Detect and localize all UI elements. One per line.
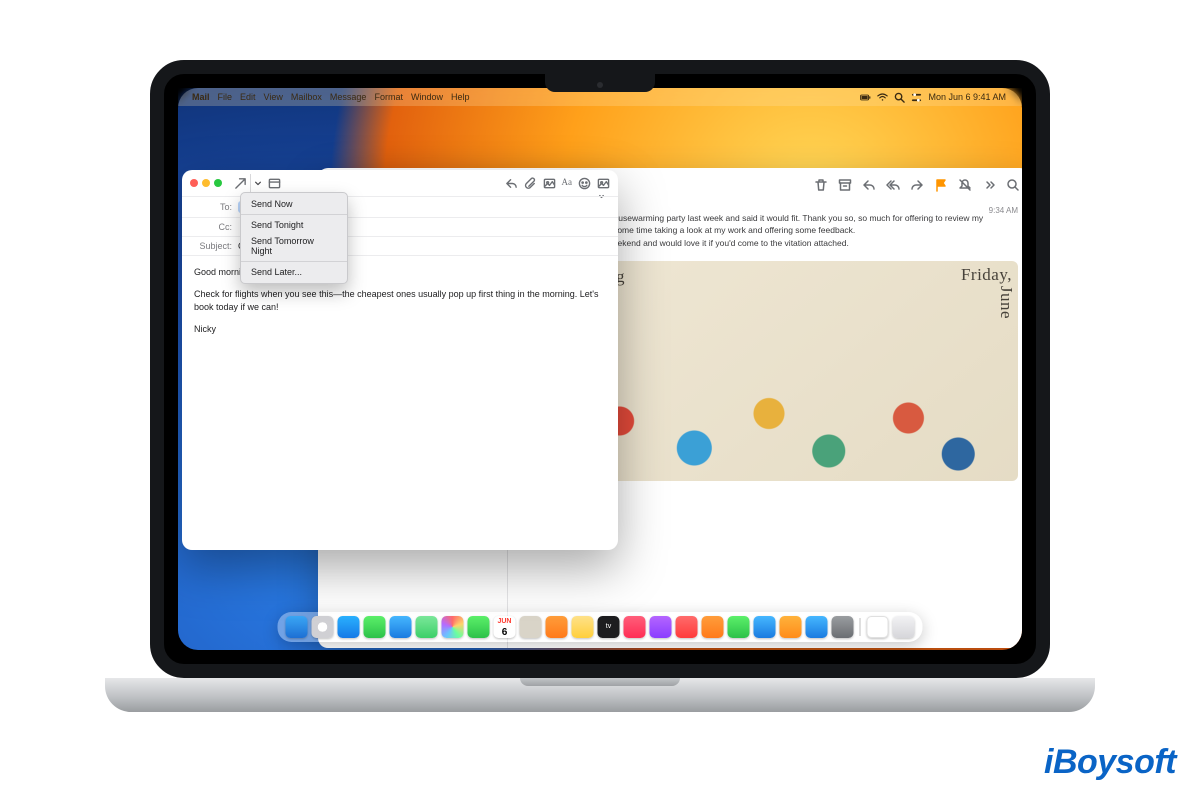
send-later-menu: Send Now Send Tonight Send Tomorrow Nigh…: [240, 192, 348, 284]
dock-app-notes[interactable]: [572, 616, 594, 638]
dock-app-numbers[interactable]: [728, 616, 750, 638]
laptop-frame: Mail File Edit View Mailbox Message Form…: [150, 60, 1050, 678]
dock-app-reminders[interactable]: [546, 616, 568, 638]
send-icon: [234, 177, 247, 190]
archive-icon[interactable]: [838, 178, 852, 192]
menu-separator: [241, 261, 347, 262]
attach-icon[interactable]: [524, 177, 537, 190]
send-later-dropdown-button[interactable]: [250, 174, 262, 192]
close-button[interactable]: [190, 179, 198, 187]
dock-app-facetime[interactable]: [468, 616, 490, 638]
dock-app-safari[interactable]: [338, 616, 360, 638]
watermark-logo: iiBoysoftBoysoft: [1044, 743, 1176, 782]
dock-app-tv[interactable]: tv: [598, 616, 620, 638]
dock-app-contacts[interactable]: [520, 616, 542, 638]
dock-downloads[interactable]: [867, 616, 889, 638]
menu-file[interactable]: File: [218, 92, 233, 102]
send-button[interactable]: [234, 174, 262, 192]
more-icon[interactable]: [982, 178, 996, 192]
dock: JUN6 tv: [278, 612, 923, 642]
laptop-base: [105, 678, 1095, 712]
dock-app-maps[interactable]: [416, 616, 438, 638]
signature: Nicky: [194, 323, 606, 337]
dock-trash[interactable]: [893, 616, 915, 638]
reply-all-icon[interactable]: [886, 178, 900, 192]
wifi-icon[interactable]: [877, 92, 888, 103]
menu-format[interactable]: Format: [374, 92, 403, 102]
desktop: Mail File Edit View Mailbox Message Form…: [178, 88, 1022, 650]
flag-icon[interactable]: [934, 178, 948, 192]
media-browser-icon[interactable]: [597, 177, 610, 190]
dock-app-calendar[interactable]: JUN6: [494, 616, 516, 638]
dock-app-mail[interactable]: [390, 616, 412, 638]
bezel: Mail File Edit View Mailbox Message Form…: [150, 60, 1050, 678]
dock-app-appstore[interactable]: [806, 616, 828, 638]
emoji-icon[interactable]: [578, 177, 591, 190]
reply-arrow-icon[interactable]: [505, 177, 518, 190]
menu-separator: [241, 214, 347, 215]
control-center-icon[interactable]: [911, 92, 922, 103]
dock-app-keynote[interactable]: [754, 616, 776, 638]
spotlight-icon[interactable]: [894, 92, 905, 103]
cc-label: Cc:: [192, 222, 232, 232]
dock-app-finder[interactable]: [286, 616, 308, 638]
status-menus: Mon Jun 6 9:41 AM: [860, 92, 1014, 103]
menu-view[interactable]: View: [264, 92, 283, 102]
menubar-datetime[interactable]: Mon Jun 6 9:41 AM: [928, 92, 1006, 102]
forward-icon[interactable]: [910, 178, 924, 192]
compose-window: Aa Send Now Send Tonight Send Tomorrow N…: [182, 170, 618, 550]
menu-item-send-tomorrow-night[interactable]: Send Tomorrow Night: [241, 233, 347, 259]
minimize-button[interactable]: [202, 179, 210, 187]
dock-divider: [860, 618, 861, 636]
menu-item-send-later[interactable]: Send Later...: [241, 264, 347, 280]
dock-app-launchpad[interactable]: [312, 616, 334, 638]
menu-message[interactable]: Message: [330, 92, 367, 102]
delete-icon[interactable]: [814, 178, 828, 192]
battery-icon[interactable]: [860, 92, 871, 103]
dock-app-podcasts[interactable]: [650, 616, 672, 638]
subject-label: Subject:: [192, 241, 232, 251]
menu-item-send-tonight[interactable]: Send Tonight: [241, 217, 347, 233]
menu-help[interactable]: Help: [451, 92, 470, 102]
dock-app-music[interactable]: [624, 616, 646, 638]
message-time: 9:34 AM: [989, 206, 1018, 215]
header-fields-icon[interactable]: [268, 177, 281, 190]
dock-app-books[interactable]: [702, 616, 724, 638]
menu-edit[interactable]: Edit: [240, 92, 256, 102]
attachment-text: June: [996, 286, 1016, 319]
dock-app-messages[interactable]: [364, 616, 386, 638]
fullscreen-button[interactable]: [214, 179, 222, 187]
display-notch: [545, 74, 655, 92]
body-line: Check for flights when you see this—the …: [194, 288, 606, 315]
dock-app-pages[interactable]: [780, 616, 802, 638]
reply-icon[interactable]: [862, 178, 876, 192]
dock-app-news[interactable]: [676, 616, 698, 638]
menu-window[interactable]: Window: [411, 92, 443, 102]
menubar-app[interactable]: Mail: [192, 92, 210, 102]
dock-app-photos[interactable]: [442, 616, 464, 638]
window-controls: [190, 179, 222, 187]
mute-icon[interactable]: [958, 178, 972, 192]
format-icon[interactable]: Aa: [562, 177, 573, 190]
photo-icon[interactable]: [543, 177, 556, 190]
dock-app-settings[interactable]: [832, 616, 854, 638]
menu-mailbox[interactable]: Mailbox: [291, 92, 322, 102]
to-label: To:: [192, 202, 232, 212]
search-icon[interactable]: [1006, 178, 1020, 192]
attachment-text: Friday,: [961, 265, 1012, 285]
menu-item-send-now[interactable]: Send Now: [241, 196, 347, 212]
